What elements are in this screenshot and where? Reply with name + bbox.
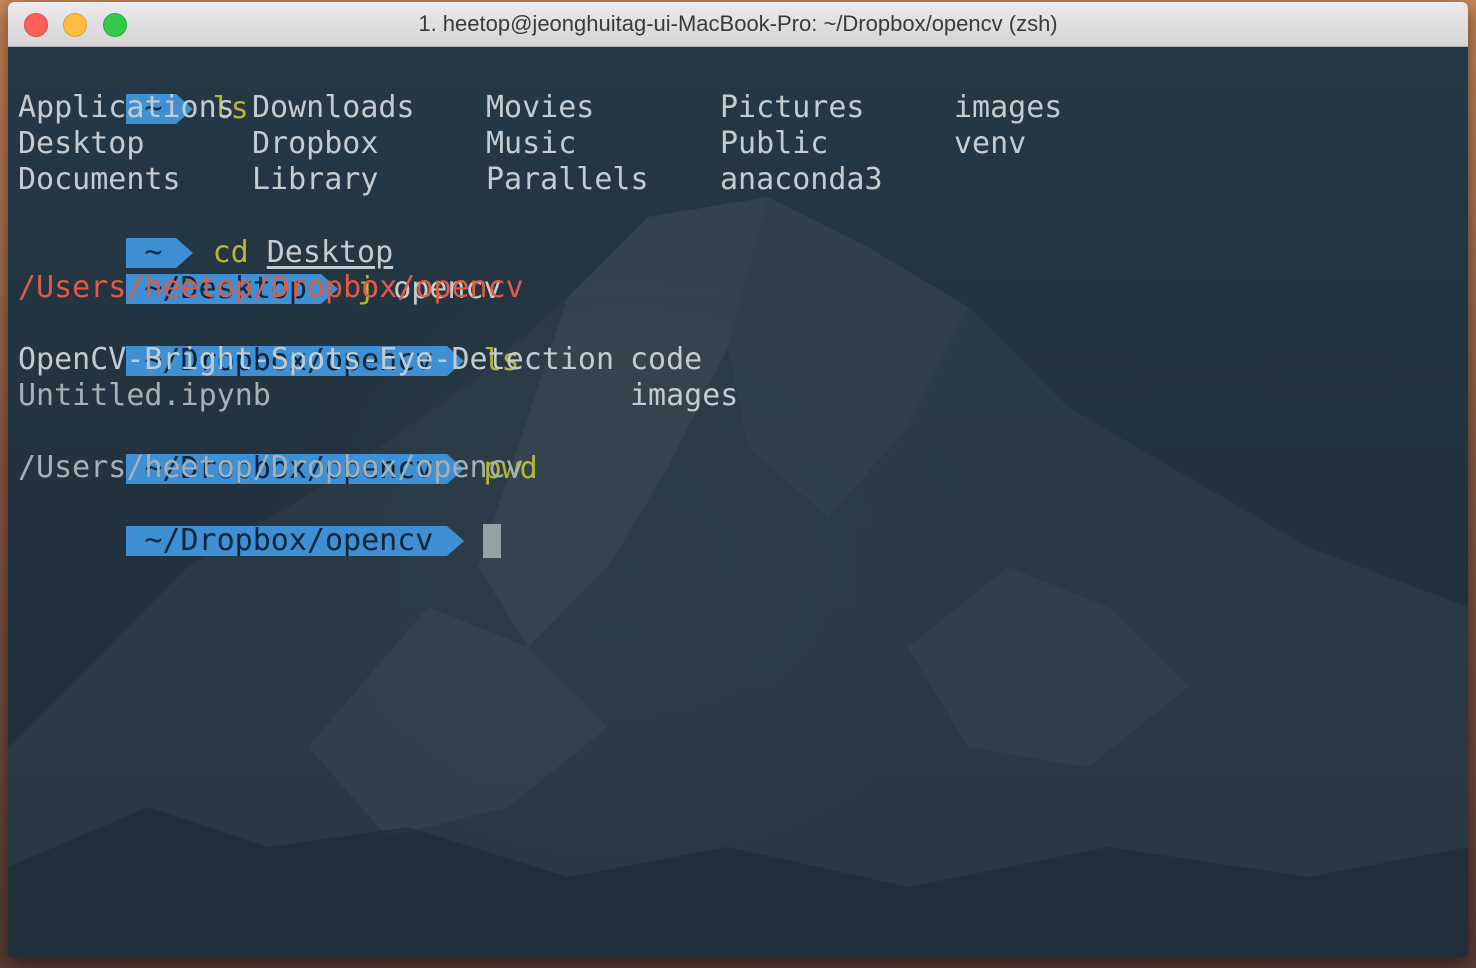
file-entry: code bbox=[630, 342, 703, 377]
terminal-line: ~ ls bbox=[18, 54, 249, 124]
terminal-output-area[interactable]: ~ ls Applications Downloads Movies Pictu… bbox=[8, 47, 1468, 957]
file-entry: Music bbox=[486, 126, 577, 161]
file-entry: Library bbox=[252, 162, 379, 197]
ls-output-row: Applications Downloads Movies Pictures i… bbox=[18, 90, 1418, 126]
file-entry: OpenCV-Bright-Spots-Eye-Detection bbox=[18, 342, 615, 377]
file-entry: anaconda3 bbox=[720, 162, 883, 197]
terminal-line: ~/Dropbox/opencv pwd bbox=[18, 414, 538, 484]
ls-output-row: Desktop Dropbox Music Public venv bbox=[18, 126, 1418, 162]
ls-output-row: OpenCV-Bright-Spots-Eye-Detection code bbox=[18, 342, 1418, 378]
title-bar[interactable]: 1. heetop@jeonghuitag-ui-MacBook-Pro: ~/… bbox=[8, 2, 1468, 47]
file-entry: images bbox=[630, 378, 739, 413]
file-entry: venv bbox=[954, 126, 1027, 161]
terminal-line: ~ cd Desktop bbox=[18, 198, 393, 268]
terminal-line: ~/Dropbox/opencv bbox=[18, 486, 502, 558]
file-entry: Untitled.ipynb bbox=[18, 378, 271, 413]
ls-output-row: Documents Library Parallels anaconda3 bbox=[18, 162, 1418, 198]
jump-output-path: /Users/heetop/Dropbox/opencv bbox=[18, 270, 524, 305]
terminal-line: ~/Desktop j opencv bbox=[18, 234, 502, 304]
file-entry: Public bbox=[720, 126, 829, 161]
file-entry: images bbox=[954, 90, 1063, 125]
file-entry: Desktop bbox=[18, 126, 145, 161]
terminal-window: 1. heetop@jeonghuitag-ui-MacBook-Pro: ~/… bbox=[8, 2, 1468, 957]
file-entry: Movies bbox=[486, 90, 595, 125]
file-entry: Dropbox bbox=[252, 126, 379, 161]
terminal-line: ~/Dropbox/opencv ls bbox=[18, 306, 520, 376]
text-cursor[interactable] bbox=[483, 523, 502, 558]
file-entry: Pictures bbox=[720, 90, 865, 125]
ls-output-row: Untitled.ipynb images bbox=[18, 378, 1418, 414]
window-title: 1. heetop@jeonghuitag-ui-MacBook-Pro: ~/… bbox=[418, 11, 1058, 36]
file-entry: Applications bbox=[18, 90, 235, 125]
prompt-segment: ~/Dropbox/opencv bbox=[126, 525, 465, 556]
pwd-output: /Users/heetop/Dropbox/opencv bbox=[18, 450, 524, 485]
file-entry: Downloads bbox=[252, 90, 415, 125]
file-entry: Parallels bbox=[486, 162, 649, 197]
file-entry: Documents bbox=[18, 162, 181, 197]
